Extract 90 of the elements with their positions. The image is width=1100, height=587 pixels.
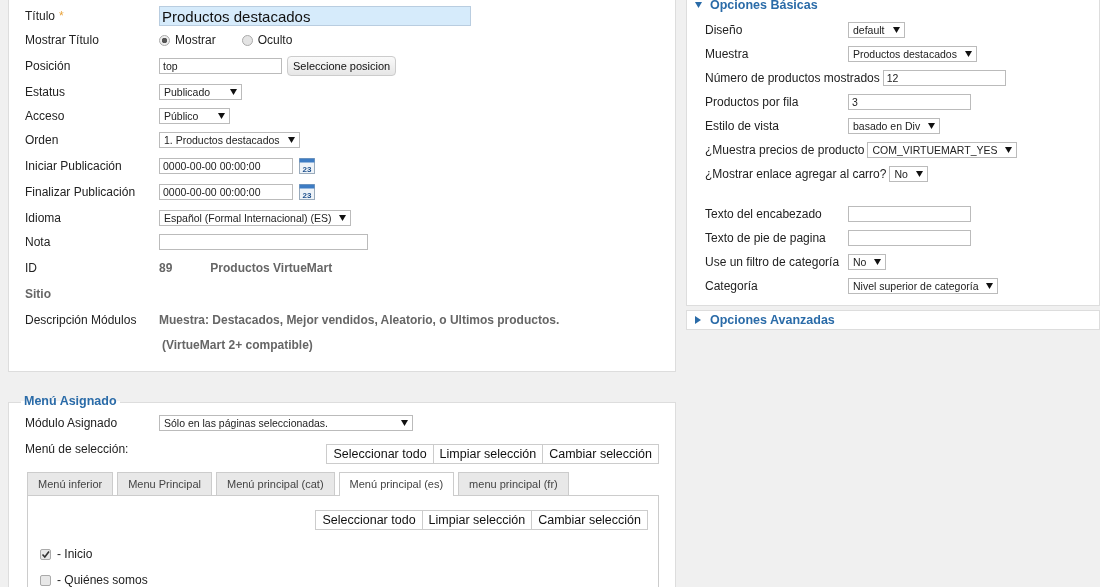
input-field[interactable]: 0000-00-00 00:00:00 [159,158,293,174]
info-text: 89 [159,261,173,275]
calendar-icon[interactable]: 23 [299,158,315,174]
caret-icon [218,113,225,119]
field-label: ID [25,261,38,275]
option-label: Texto de pie de pagina [705,231,827,245]
caret-icon [339,215,347,221]
action-button[interactable]: Cambiar selección [542,444,659,464]
caret-icon [964,51,972,57]
field-label: Estatus [25,85,67,99]
radio-label: Oculto [257,33,293,47]
input-field[interactable] [159,234,368,250]
input-field[interactable]: 3 [848,94,971,110]
dropdown[interactable]: Publicado [159,84,242,100]
tab[interactable]: Menu Principal [117,472,212,495]
action-button[interactable]: Cambiar selección [531,510,648,530]
checkbox[interactable] [40,548,51,560]
input-field[interactable]: 0000-00-00 00:00:00 [159,184,293,200]
dropdown[interactable]: 1. Productos destacados [159,132,300,148]
select-position-button[interactable]: Seleccione posicion [287,56,397,76]
field-label: Módulo Asignado [25,416,119,430]
option-label: Diseño [705,23,744,37]
field-label: Finalizar Publicación [25,185,137,199]
dropdown[interactable]: Público [159,108,230,124]
dropdown[interactable]: Productos destacados [848,46,977,62]
input-field[interactable] [848,230,971,246]
action-button[interactable]: Seleccionar todo [326,444,434,464]
dropdown[interactable]: Nivel superior de categoría [848,278,999,294]
expand-arrow-icon[interactable] [695,316,702,324]
caret-icon [874,259,882,265]
caret-icon [287,137,295,143]
field-label: Acceso [25,109,66,123]
input-field[interactable]: top [159,58,282,74]
input-field[interactable] [848,206,971,222]
field-label: Idioma [25,211,63,225]
field-label: Mostrar Título [25,33,100,47]
field-label: Sitio [25,287,52,301]
calendar-icon[interactable]: 23 [299,184,315,200]
field-label: Posición [25,59,72,73]
section-legend: Menú Asignado [21,394,120,408]
field-label: Nota [25,235,52,249]
input-field[interactable]: 12 [882,70,1006,86]
title-field[interactable]: Productos destacados [159,6,471,26]
caret-icon [928,123,936,129]
radio-button[interactable] [159,34,170,46]
dropdown[interactable]: COM_VIRTUEMART_YES [867,142,1018,158]
dropdown[interactable]: No [889,166,928,182]
tab[interactable]: Menú inferior [27,472,114,495]
field-label: Orden [25,133,60,147]
tab[interactable]: Menú principal (es) [338,472,455,496]
radio-label: Mostrar [175,33,216,47]
field-label: Descripción Módulos [25,313,138,327]
collapse-arrow-icon[interactable] [695,1,702,9]
field-label: Título [25,9,55,23]
checkbox-label: - Quiénes somos [57,573,148,587]
compat-note: (VirtueMart 2+ compatible) [162,338,314,352]
tab[interactable]: Menú principal (cat) [215,472,335,495]
dropdown[interactable]: default [848,22,905,38]
checkbox-label: - Inicio [57,547,93,561]
dropdown[interactable]: No [848,254,887,270]
option-label: Estilo de vista [705,119,781,133]
dropdown[interactable]: Sólo en las páginas seleccionadas. [159,415,413,431]
required-mark: * [59,9,64,23]
option-label: Muestra [705,47,750,61]
checkbox[interactable] [40,574,51,586]
action-button[interactable]: Limpiar selección [432,444,544,464]
field-label: Iniciar Publicación [25,159,123,173]
caret-icon [892,27,900,33]
option-label: Productos por fila [705,95,800,109]
radio-button[interactable] [241,34,253,46]
dropdown[interactable]: Español (Formal Internacional) (ES) [159,210,352,226]
option-label: Use un filtro de categoría [705,255,841,269]
option-label: Texto del encabezado [705,207,823,221]
caret-icon [1005,147,1013,153]
action-button[interactable]: Seleccionar todo [315,510,423,530]
caret-icon [230,89,237,95]
option-label: ¿Mostrar enlace agregar al carro? [705,167,888,181]
option-label: ¿Muestra precios de producto [705,143,866,157]
field-label: Menú de selección: [25,442,129,456]
caret-icon [986,283,994,289]
dropdown[interactable]: basado en Div [848,118,941,134]
caret-icon [915,171,923,177]
tab[interactable]: menu principal (fr) [458,472,569,495]
action-button[interactable]: Limpiar selección [421,510,533,530]
section-title[interactable]: Opciones Básicas [710,0,818,12]
info-text: Productos VirtueMart [210,261,333,275]
caret-icon [401,420,408,426]
option-label: Categoría [705,279,759,293]
info-text: Muestra: Destacados, Mejor vendidos, Aleatorio, o Ultimos productos. [159,313,560,327]
option-label: Número de productos mostrados [705,71,881,85]
